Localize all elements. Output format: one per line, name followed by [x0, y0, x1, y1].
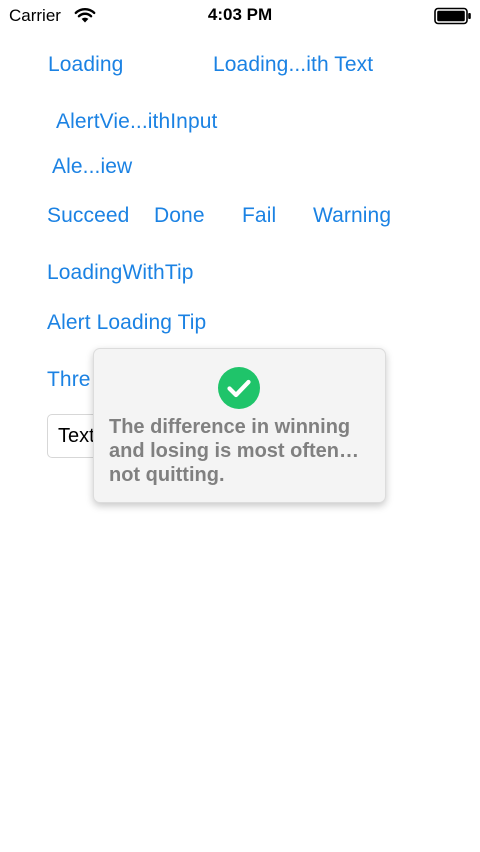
- loading-button[interactable]: Loading: [48, 52, 123, 78]
- battery-icon: [434, 7, 471, 25]
- alert-loading-tip-button[interactable]: Alert Loading Tip: [47, 310, 206, 336]
- success-toast: The difference in winning and losing is …: [93, 348, 386, 503]
- alert-view-button[interactable]: Ale...iew: [52, 154, 132, 180]
- three-button[interactable]: Thre: [47, 367, 91, 393]
- loading-with-tip-button[interactable]: LoadingWithTip: [47, 260, 194, 286]
- alert-view-with-input-button[interactable]: AlertVie...ithInput: [56, 109, 217, 135]
- succeed-button[interactable]: Succeed: [47, 203, 129, 229]
- done-button[interactable]: Done: [154, 203, 205, 229]
- status-time: 4:03 PM: [207, 5, 273, 24]
- toast-message: The difference in winning and losing is …: [109, 416, 360, 486]
- checkmark-circle-icon: [218, 367, 260, 409]
- loading-with-text-button[interactable]: Loading...ith Text: [213, 52, 373, 78]
- warning-button[interactable]: Warning: [313, 203, 391, 229]
- fail-button[interactable]: Fail: [242, 203, 276, 229]
- status-bar: Carrier 4:03 PM: [0, 0, 480, 32]
